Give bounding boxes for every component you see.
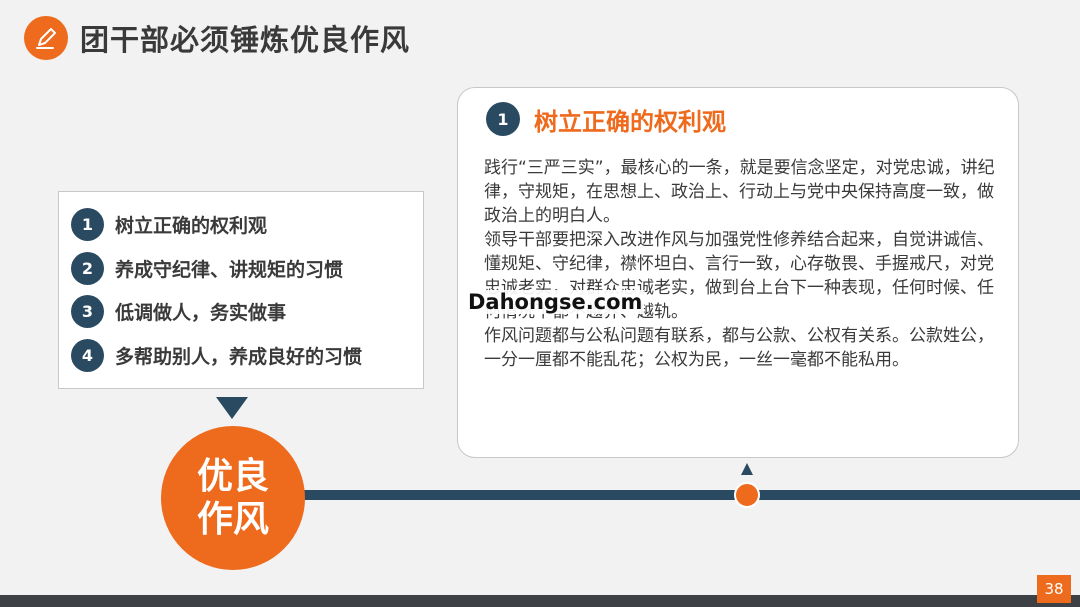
pencil-icon (24, 16, 68, 60)
card-paragraph: 作风问题都与公私问题有联系，都与公款、公权有关系。公款姓公，一分一厘都不能乱花；… (484, 326, 994, 370)
topic-list-panel: 1 树立正确的权利观 2 养成守纪律、讲规矩的习惯 3 低调做人，务实做事 4 … (58, 191, 424, 389)
watermark: Dahongse.com (466, 290, 645, 314)
number-badge: 2 (71, 251, 104, 285)
card-title: 树立正确的权利观 (534, 108, 726, 136)
topic-list-item[interactable]: 2 养成守纪律、讲规矩的习惯 (71, 251, 343, 285)
topic-list-item[interactable]: 1 树立正确的权利观 (71, 207, 267, 241)
card-number-badge: 1 (486, 102, 520, 136)
topic-list-item[interactable]: 4 多帮助别人，养成良好的习惯 (71, 338, 362, 372)
timeline-dot[interactable] (734, 482, 760, 508)
page-title: 团干部必须锤炼优良作风 (80, 23, 411, 57)
topic-list-item[interactable]: 3 低调做人，务实做事 (71, 294, 286, 328)
timeline-bar (290, 490, 1080, 500)
topic-label: 养成守纪律、讲规矩的习惯 (115, 258, 344, 281)
theme-circle-line1: 优良 (196, 455, 269, 497)
topic-label: 树立正确的权利观 (115, 214, 268, 237)
footer-bar (0, 595, 1080, 607)
number-badge: 1 (71, 207, 104, 241)
theme-circle: 优良 作风 (161, 426, 305, 570)
topic-label: 低调做人，务实做事 (115, 301, 287, 324)
detail-card: 1 树立正确的权利观 践行“三严三实”，最核心的一条，就是要信念坚定，对党忠诚，… (457, 87, 1019, 458)
down-arrow-icon (216, 397, 248, 419)
topic-label: 多帮助别人，养成良好的习惯 (115, 345, 363, 368)
page-number: 38 (1037, 575, 1071, 603)
theme-circle-line2: 作风 (196, 499, 269, 540)
number-badge: 4 (71, 338, 104, 372)
up-arrow-icon (741, 463, 753, 475)
card-paragraph: 践行“三严三实”，最核心的一条，就是要信念坚定，对党忠诚，讲纪律，守规矩，在思想… (484, 158, 995, 226)
card-body: 践行“三严三实”，最核心的一条，就是要信念坚定，对党忠诚，讲纪律，守规矩，在思想… (484, 156, 996, 372)
number-badge: 3 (71, 294, 104, 328)
